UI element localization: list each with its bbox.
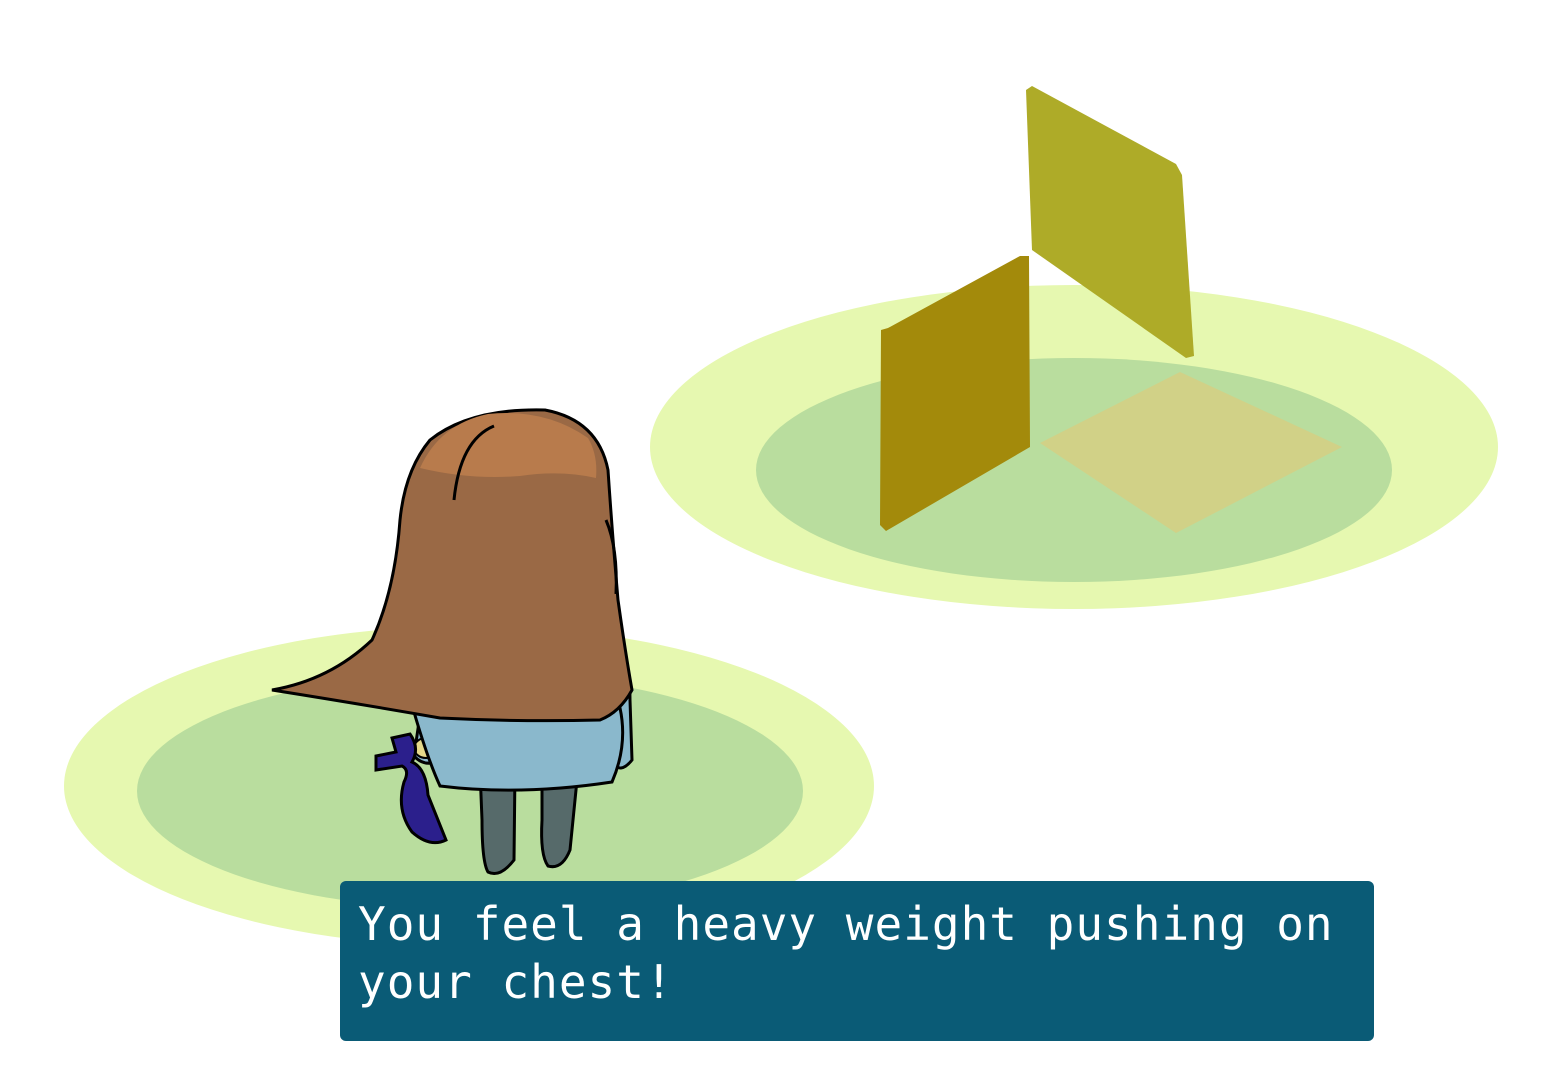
game-screen: You feel a heavy weight pushing on your … <box>0 0 1548 1082</box>
dialog-box[interactable]: You feel a heavy weight pushing on your … <box>340 881 1374 1041</box>
dialog-line-2: your chest! <box>358 955 674 1009</box>
dialog-text: You feel a heavy weight pushing on your … <box>358 895 1354 1011</box>
dialog-line-1: You feel a heavy weight pushing on <box>358 897 1334 951</box>
